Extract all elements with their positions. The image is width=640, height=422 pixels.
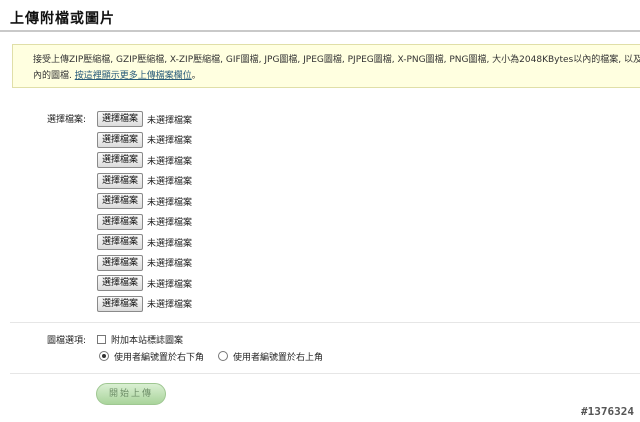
file-input-row: 選擇檔案 未選擇檔案: [97, 172, 192, 190]
file-status-text: 未選擇檔案: [147, 197, 193, 208]
section-divider: [10, 322, 640, 323]
select-file-label: 選擇檔案:: [47, 115, 87, 125]
radio-bottom-right-label: 使用者編號置於右下角: [114, 352, 205, 363]
notice-line-2-suffix: 。: [191, 71, 201, 81]
file-input-row: 選擇檔案 未選擇檔案: [97, 151, 192, 169]
choose-file-button[interactable]: 選擇檔案: [97, 275, 144, 291]
notice-line-1: 接受上傳ZIP壓縮檔, GZIP壓縮檔, X-ZIP壓縮檔, GIF圖檔, JP…: [33, 55, 640, 65]
position-radio-group: 使用者編號置於右下角 使用者編號置於右上角: [99, 349, 323, 363]
file-input-row: 選擇檔案 未選擇檔案: [97, 213, 192, 231]
file-input-row: 選擇檔案 未選擇檔案: [97, 295, 192, 313]
section-divider-2: [10, 373, 640, 374]
file-status-text: 未選擇檔案: [147, 177, 193, 187]
choose-file-button[interactable]: 選擇檔案: [97, 234, 144, 250]
file-input-row: 選擇檔案 未選擇檔案: [97, 192, 192, 210]
file-input-row: 選擇檔案 未選擇檔案: [97, 254, 192, 272]
notice-line-2-prefix: 內的圖檔.: [33, 71, 75, 81]
upload-notice: 接受上傳ZIP壓縮檔, GZIP壓縮檔, X-ZIP壓縮檔, GIF圖檔, JP…: [12, 44, 640, 88]
choose-file-button[interactable]: 選擇檔案: [97, 131, 144, 148]
choose-file-button[interactable]: 選擇檔案: [97, 213, 144, 230]
radio-top-right[interactable]: [218, 351, 229, 361]
choose-file-button[interactable]: 選擇檔案: [97, 193, 144, 209]
image-options-label: 圖檔選項:: [47, 336, 87, 346]
choose-file-button[interactable]: 選擇檔案: [97, 254, 144, 271]
add-logo-option[interactable]: 附加本站標誌圖案: [97, 332, 183, 346]
choose-file-button[interactable]: 選擇檔案: [97, 295, 144, 312]
radio-top-right-label: 使用者編號置於右上角: [233, 352, 324, 363]
file-input-row: 選擇檔案 未選擇檔案: [97, 110, 192, 128]
watermark: #1376324: [581, 405, 634, 418]
radio-bottom-right[interactable]: [99, 351, 109, 361]
notice-line-2: 內的圖檔. 按這裡顯示更多上傳檔案欄位。: [33, 68, 640, 84]
choose-file-button[interactable]: 選擇檔案: [97, 111, 144, 127]
choose-file-button[interactable]: 選擇檔案: [97, 152, 144, 168]
title-divider: [0, 30, 640, 32]
file-status-text: 未選擇檔案: [147, 259, 193, 269]
file-status-text: 未選擇檔案: [147, 218, 193, 228]
add-logo-label: 附加本站標誌圖案: [111, 335, 184, 346]
file-status-text: 未選擇檔案: [147, 238, 193, 249]
add-logo-checkbox[interactable]: [97, 334, 106, 344]
file-status-text: 未選擇檔案: [147, 115, 193, 126]
file-input-row: 選擇檔案 未選擇檔案: [97, 274, 192, 292]
start-upload-button[interactable]: 開始上傳: [96, 383, 166, 405]
file-status-text: 未選擇檔案: [147, 300, 193, 310]
file-status-text: 未選擇檔案: [147, 279, 193, 290]
file-input-row: 選擇檔案 未選擇檔案: [97, 233, 192, 251]
choose-file-button[interactable]: 選擇檔案: [97, 172, 144, 189]
file-status-text: 未選擇檔案: [147, 156, 193, 167]
show-more-fields-link[interactable]: 按這裡顯示更多上傳檔案欄位: [75, 71, 192, 81]
page-title: 上傳附檔或圖片: [10, 11, 115, 27]
file-input-row: 選擇檔案 未選擇檔案: [97, 131, 192, 149]
file-status-text: 未選擇檔案: [147, 136, 193, 146]
